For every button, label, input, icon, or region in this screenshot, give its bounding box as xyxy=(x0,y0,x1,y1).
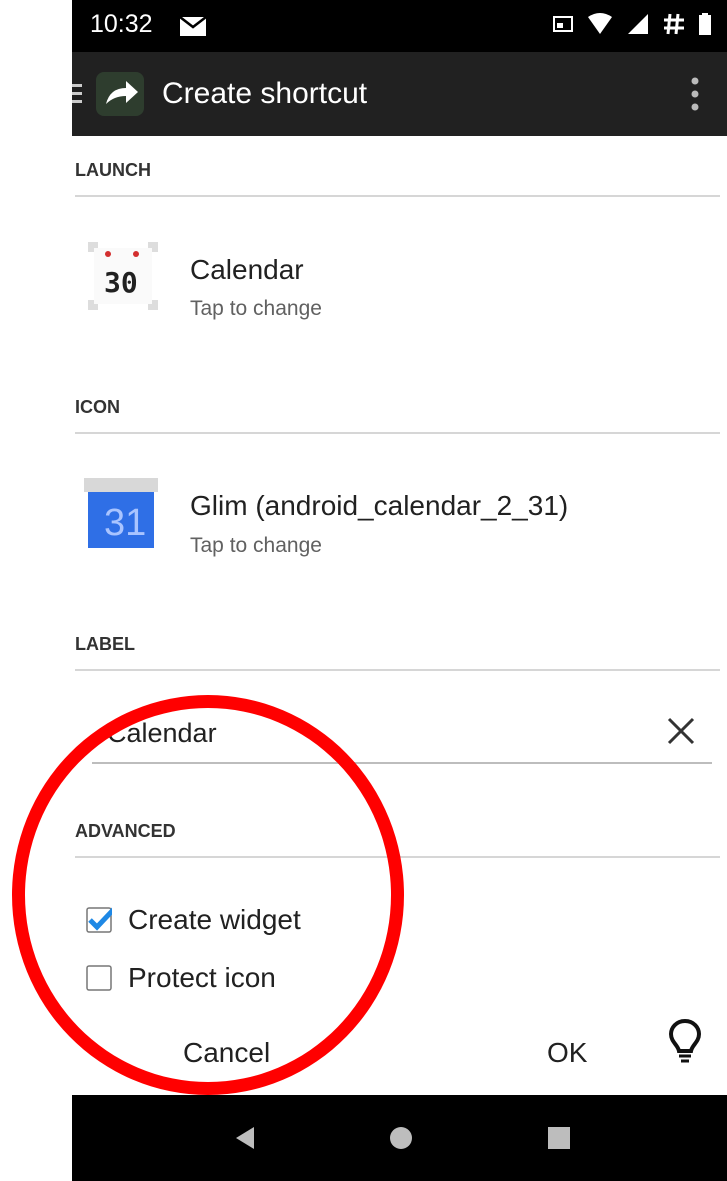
label-input-value[interactable]: Calendar xyxy=(107,718,217,749)
protect-icon-checkbox[interactable] xyxy=(86,965,112,991)
create-widget-checkbox[interactable] xyxy=(86,907,112,933)
calendar-app-icon: 30 xyxy=(86,240,160,312)
launch-item-subtitle: Tap to change xyxy=(190,297,322,320)
protect-icon-option[interactable]: Protect icon xyxy=(86,958,276,998)
cast-icon xyxy=(553,16,573,32)
recents-icon[interactable] xyxy=(546,1125,572,1151)
mail-icon xyxy=(180,17,206,36)
status-time: 10:32 xyxy=(90,10,153,38)
menu-icon[interactable] xyxy=(72,82,84,106)
cancel-button[interactable]: Cancel xyxy=(183,1037,270,1069)
protect-icon-label: Protect icon xyxy=(128,962,276,993)
icon-item-subtitle: Tap to change xyxy=(190,534,322,557)
section-header-icon: ICON xyxy=(75,397,720,434)
section-header-advanced: ADVANCED xyxy=(75,821,720,858)
section-header-label: LABEL xyxy=(75,634,720,671)
label-input[interactable]: Calendar xyxy=(92,700,712,764)
home-icon[interactable] xyxy=(388,1125,414,1151)
glim-calendar-icon: 31 xyxy=(84,478,158,550)
section-header-launch: LAUNCH xyxy=(75,160,720,197)
overflow-icon[interactable] xyxy=(691,76,699,112)
back-icon[interactable] xyxy=(232,1125,258,1151)
launch-item-title: Calendar xyxy=(190,254,304,285)
create-widget-label: Create widget xyxy=(128,904,301,935)
signal-icon xyxy=(628,14,648,34)
lightbulb-icon[interactable] xyxy=(668,1018,702,1066)
screen: 10:32 Create shortcut LAUNCH 30 Calendar… xyxy=(72,0,727,1181)
arrow-icon xyxy=(106,81,138,104)
calendar-app-icon-text: 30 xyxy=(104,266,138,299)
status-icons xyxy=(553,13,711,35)
clear-icon[interactable] xyxy=(666,716,696,746)
app-logo xyxy=(96,72,144,116)
navigation-bar xyxy=(72,1095,727,1181)
hash-icon xyxy=(664,13,684,35)
glim-calendar-icon-text: 31 xyxy=(104,502,147,544)
icon-item-title: Glim (android_calendar_2_31) xyxy=(190,490,569,521)
battery-icon xyxy=(699,13,711,35)
wifi-icon xyxy=(588,13,612,34)
app-bar-title: Create shortcut xyxy=(162,77,368,110)
ok-button[interactable]: OK xyxy=(547,1037,587,1069)
status-bar: 10:32 xyxy=(72,0,727,52)
app-bar: Create shortcut xyxy=(72,52,727,136)
create-widget-option[interactable]: Create widget xyxy=(86,900,301,940)
